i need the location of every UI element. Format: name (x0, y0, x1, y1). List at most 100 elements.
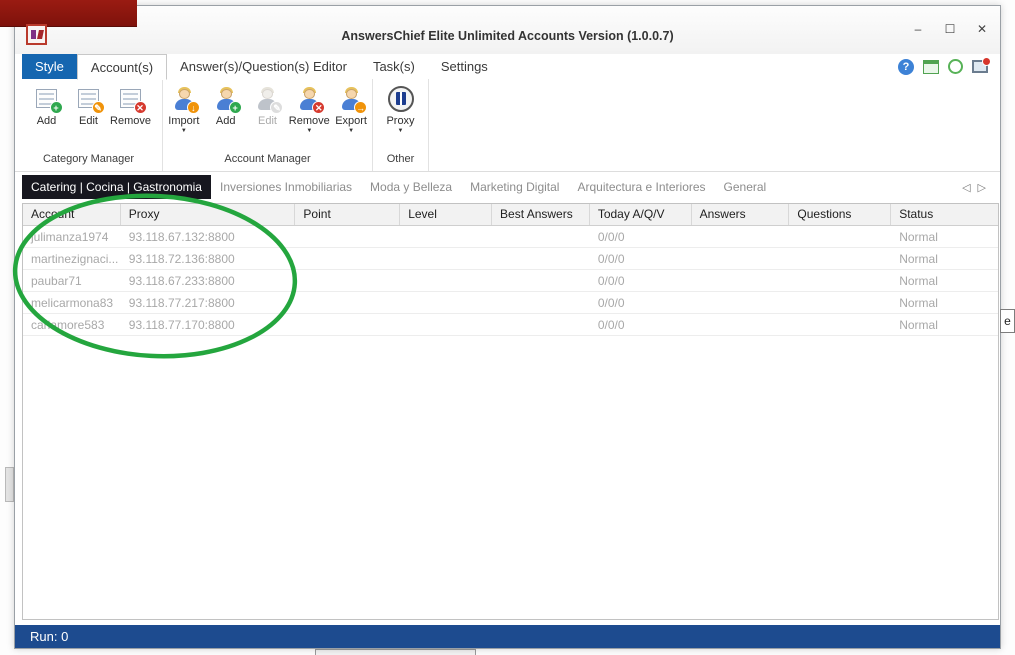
cell-point (295, 292, 400, 313)
table-row[interactable]: paubar71 93.118.67.233:8800 0/0/0 Normal (23, 270, 998, 292)
refresh-icon[interactable] (948, 59, 963, 74)
cell-status: Normal (891, 248, 998, 269)
status-bar: Run: 0 (15, 625, 1000, 648)
account-add-button[interactable]: + Add (205, 84, 247, 150)
category-tab-inversiones[interactable]: Inversiones Inmobiliarias (211, 175, 361, 199)
cell-questions (789, 292, 891, 313)
window-controls: – ☐ ✕ (908, 20, 992, 38)
cell-point (295, 314, 400, 335)
table-row[interactable]: carlamore583 93.118.77.170:8800 0/0/0 No… (23, 314, 998, 336)
cell-point (295, 226, 400, 247)
account-remove-button[interactable]: ✕ Remove ▼ (288, 84, 330, 150)
cell-account: martinezignaci... (23, 248, 121, 269)
tab-style[interactable]: Style (22, 54, 77, 79)
account-edit-button[interactable]: ✎ Edit (247, 84, 289, 150)
cell-best-answers (492, 314, 590, 335)
column-header-account[interactable]: Account (23, 204, 121, 225)
table-row[interactable]: julimanza1974 93.118.67.132:8800 0/0/0 N… (23, 226, 998, 248)
group-account-manager: ↓ Import ▼ + Add ✎ Edit ✕ Remove (163, 79, 373, 171)
cell-answers (692, 270, 790, 291)
tab-settings[interactable]: Settings (428, 54, 501, 79)
cell-today-aqv: 0/0/0 (590, 270, 692, 291)
cell-best-answers (492, 270, 590, 291)
tab-tasks[interactable]: Task(s) (360, 54, 428, 79)
cell-questions (789, 314, 891, 335)
title-bar[interactable]: AnswersChief Elite Unlimited Accounts Ve… (15, 6, 1000, 54)
person-export-icon: → (338, 86, 364, 112)
tab-scroll-nav: ◁ ▷ (962, 181, 1000, 194)
maximize-icon[interactable]: ☐ (940, 20, 960, 38)
help-icon[interactable]: ? (898, 59, 914, 75)
cell-level (400, 248, 492, 269)
cell-questions (789, 226, 891, 247)
background-tooltip-fragment: e (1000, 309, 1015, 333)
category-tab-strip: Catering | Cocina | Gastronomia Inversio… (15, 172, 1000, 202)
column-header-best-answers[interactable]: Best Answers (492, 204, 590, 225)
category-tab-arquitectura[interactable]: Arquitectura e Interiores (568, 175, 714, 199)
group-other: Proxy ▼ Other (373, 79, 429, 171)
ribbon-toolbar: + Add ✎ Edit ✕ Remove Category Manager (15, 79, 1000, 172)
tab-accounts[interactable]: Account(s) (77, 54, 167, 80)
cell-today-aqv: 0/0/0 (590, 248, 692, 269)
person-remove-icon: ✕ (296, 86, 322, 112)
category-add-button[interactable]: + Add (26, 84, 68, 150)
column-header-today-aqv[interactable]: Today A/Q/V (590, 204, 692, 225)
table-row[interactable]: martinezignaci... 93.118.72.136:8800 0/0… (23, 248, 998, 270)
scroll-left-icon[interactable]: ◁ (962, 181, 970, 194)
tab-answers-questions-editor[interactable]: Answer(s)/Question(s) Editor (167, 54, 360, 79)
person-add-icon: + (213, 86, 239, 112)
column-header-questions[interactable]: Questions (789, 204, 891, 225)
ribbon-tab-bar: Style Account(s) Answer(s)/Question(s) E… (15, 54, 1000, 79)
cell-best-answers (492, 226, 590, 247)
cell-account: carlamore583 (23, 314, 121, 335)
account-export-button[interactable]: → Export ▼ (330, 84, 372, 150)
cell-level (400, 292, 492, 313)
cell-proxy: 93.118.67.132:8800 (121, 226, 296, 247)
category-tab-marketing[interactable]: Marketing Digital (461, 175, 568, 199)
column-header-point[interactable]: Point (295, 204, 400, 225)
account-import-button[interactable]: ↓ Import ▼ (163, 84, 205, 150)
column-header-proxy[interactable]: Proxy (121, 204, 296, 225)
cell-proxy: 93.118.77.170:8800 (121, 314, 296, 335)
cell-account: paubar71 (23, 270, 121, 291)
category-remove-button[interactable]: ✕ Remove (110, 84, 152, 150)
cell-best-answers (492, 292, 590, 313)
column-header-answers[interactable]: Answers (692, 204, 790, 225)
cell-questions (789, 270, 891, 291)
category-tab-moda[interactable]: Moda y Belleza (361, 175, 461, 199)
cell-point (295, 248, 400, 269)
table-header: Account Proxy Point Level Best Answers T… (23, 204, 998, 226)
cell-answers (692, 248, 790, 269)
grid-icon[interactable] (923, 60, 939, 74)
cell-status: Normal (891, 270, 998, 291)
group-label-category-manager: Category Manager (15, 150, 162, 171)
cell-today-aqv: 0/0/0 (590, 314, 692, 335)
minimize-icon[interactable]: – (908, 20, 928, 38)
cell-answers (692, 226, 790, 247)
monitor-red-dot-icon[interactable] (972, 60, 988, 73)
person-import-icon: ↓ (171, 86, 197, 112)
close-icon[interactable]: ✕ (972, 20, 992, 38)
column-header-level[interactable]: Level (400, 204, 492, 225)
cell-today-aqv: 0/0/0 (590, 226, 692, 247)
proxy-button[interactable]: Proxy ▼ (373, 84, 428, 150)
person-edit-icon: ✎ (254, 86, 280, 112)
list-edit-icon: ✎ (76, 86, 102, 112)
category-tab-catering[interactable]: Catering | Cocina | Gastronomia (22, 175, 211, 199)
cell-status: Normal (891, 226, 998, 247)
table-row[interactable]: melicarmona83 93.118.77.217:8800 0/0/0 N… (23, 292, 998, 314)
window-title: AnswersChief Elite Unlimited Accounts Ve… (15, 29, 1000, 43)
dropdown-arrow-icon: ▼ (181, 128, 187, 134)
accounts-table: Account Proxy Point Level Best Answers T… (22, 203, 999, 620)
cell-account: melicarmona83 (23, 292, 121, 313)
cell-level (400, 314, 492, 335)
dropdown-arrow-icon: ▼ (348, 128, 354, 134)
background-scrollbar-fragment (5, 467, 14, 502)
dropdown-arrow-icon: ▼ (306, 128, 312, 134)
cell-status: Normal (891, 292, 998, 313)
category-edit-button[interactable]: ✎ Edit (68, 84, 110, 150)
dropdown-arrow-icon: ▼ (398, 128, 404, 134)
column-header-status[interactable]: Status (891, 204, 998, 225)
scroll-right-icon[interactable]: ▷ (978, 181, 986, 194)
category-tab-general[interactable]: General (715, 175, 776, 199)
